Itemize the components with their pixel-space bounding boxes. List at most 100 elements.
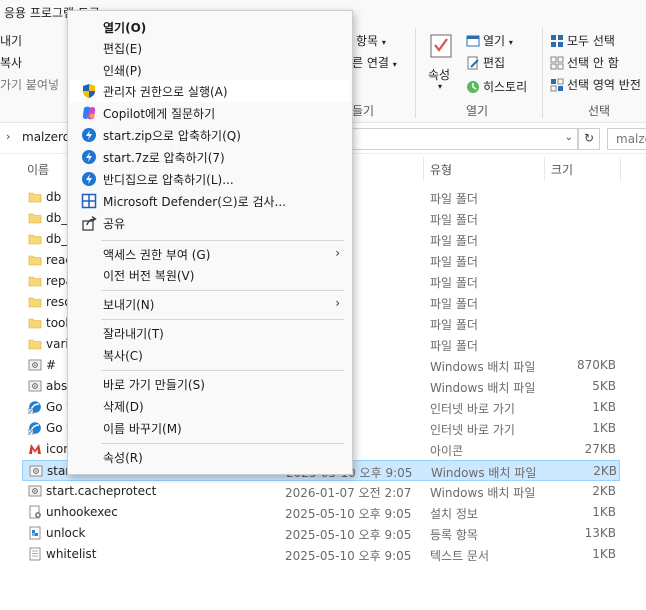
menu-item-cut-label: 잘라내기(T) <box>103 327 164 341</box>
menu-item-create-shortcut-label: 바로 가기 만들기(S) <box>103 378 205 392</box>
menu-item-cut[interactable]: 잘라내기(T) <box>70 322 350 344</box>
menu-item-print[interactable]: 인쇄(P) <box>70 59 350 81</box>
menu-separator <box>101 443 344 444</box>
menu-item-give-access[interactable]: 액세스 권한 부여 (G) › <box>70 243 350 265</box>
malzero-icon <box>28 442 42 456</box>
file-type: 파일 폴더 <box>430 276 478 290</box>
file-name: unlock <box>46 526 86 540</box>
file-date: 2026-01-07 오전 2:07 <box>285 486 412 500</box>
menu-item-give-access-label: 액세스 권한 부여 (G) <box>103 248 211 262</box>
file-type: 인터넷 바로 가기 <box>430 423 515 437</box>
text-file-icon <box>28 547 42 561</box>
file-date: 2025-05-10 오후 9:05 <box>285 528 412 542</box>
file-date: 2025-05-10 오후 9:05 <box>285 549 412 563</box>
file-size: 1KB <box>592 547 616 561</box>
file-size: 2KB <box>593 464 617 478</box>
file-type: Windows 배치 파일 <box>431 466 537 480</box>
defender-icon <box>81 193 97 209</box>
file-type: 파일 폴더 <box>430 255 478 269</box>
folder-icon <box>28 295 42 309</box>
menu-item-run-as-admin-label: 관리자 권한으로 실행(A) <box>103 85 228 99</box>
menu-item-defender-label: Microsoft Defender(으)로 검사... <box>103 195 286 209</box>
file-type: Windows 배치 파일 <box>430 381 536 395</box>
file-size: 2KB <box>592 484 616 498</box>
bandizip-icon <box>82 128 96 142</box>
menu-separator <box>101 290 344 291</box>
menu-item-defender[interactable]: Microsoft Defender(으)로 검사... <box>70 190 350 212</box>
bandizip-icon <box>82 172 96 186</box>
menu-item-share-label: 공유 <box>103 217 126 231</box>
menu-item-copy-label: 복사(C) <box>103 349 143 363</box>
menu-item-compress-7z[interactable]: start.7z로 압축하기(7) <box>70 146 350 168</box>
bandizip-icon <box>82 150 96 164</box>
menu-item-open-label: 열기(O) <box>103 21 147 35</box>
menu-item-bandizip[interactable]: 반디집으로 압축하기(L)... <box>70 168 350 190</box>
folder-icon <box>28 211 42 225</box>
file-type: 파일 폴더 <box>430 318 478 332</box>
file-size: 1KB <box>592 400 616 414</box>
file-type: 설치 정보 <box>430 507 478 521</box>
menu-item-run-as-admin[interactable]: 관리자 권한으로 실행(A) <box>70 80 350 102</box>
menu-item-delete[interactable]: 삭제(D) <box>70 395 350 417</box>
menu-item-restore-versions-label: 이전 버전 복원(V) <box>103 269 195 283</box>
menu-item-rename[interactable]: 이름 바꾸기(M) <box>70 417 350 439</box>
file-row[interactable]: start.cacheprotect 2026-01-07 오전 2:07 Wind… <box>22 481 620 502</box>
menu-item-create-shortcut[interactable]: 바로 가기 만들기(S) <box>70 373 350 395</box>
setup-info-icon <box>28 505 42 519</box>
file-size: 870KB <box>576 358 616 372</box>
folder-icon <box>28 316 42 330</box>
menu-item-properties-label: 속성(R) <box>103 451 143 465</box>
file-type: 파일 폴더 <box>430 339 478 353</box>
uac-shield-icon <box>83 84 95 98</box>
file-row[interactable]: whitelist 2025-05-10 오후 9:05 텍스트 문서 1KB <box>22 544 620 565</box>
file-type: 아이콘 <box>430 444 464 458</box>
file-row[interactable]: unlock 2025-05-10 오후 9:05 등록 항목 13KB <box>22 523 620 544</box>
file-name: db <box>46 190 62 204</box>
menu-item-copilot[interactable]: Copilot에게 질문하기 <box>70 102 350 124</box>
context-menu: 열기(O) 편집(E) 인쇄(P) 관리자 권한으로 실행(A) Copilot… <box>67 10 353 475</box>
menu-item-delete-label: 삭제(D) <box>103 400 144 414</box>
file-type: 파일 폴더 <box>430 213 478 227</box>
folder-icon <box>28 232 42 246</box>
file-row[interactable]: unhookexec 2025-05-10 오후 9:05 설치 정보 1KB <box>22 502 620 523</box>
file-name: # <box>46 358 57 372</box>
file-size: 27KB <box>584 442 616 456</box>
file-name: start.cacheprotect <box>46 484 157 498</box>
batch-file-icon <box>28 379 42 393</box>
file-type: 파일 폴더 <box>430 192 478 206</box>
folder-icon <box>28 274 42 288</box>
folder-icon <box>28 253 42 267</box>
registry-icon <box>28 526 42 540</box>
file-name: tool <box>46 316 69 330</box>
menu-item-send-to[interactable]: 보내기(N) › <box>70 293 350 315</box>
menu-item-restore-versions[interactable]: 이전 버전 복원(V) <box>70 264 350 286</box>
menu-item-compress-zip-label: start.zip으로 압축하기(Q) <box>103 129 241 143</box>
menu-item-edit-label: 편집(E) <box>103 42 143 56</box>
menu-separator <box>101 370 344 371</box>
menu-item-print-label: 인쇄(P) <box>103 64 142 78</box>
file-name: whitelist <box>46 547 97 561</box>
file-type: 파일 폴더 <box>430 297 478 311</box>
file-type: Windows 배치 파일 <box>430 360 536 374</box>
file-type: 인터넷 바로 가기 <box>430 402 515 416</box>
menu-item-open[interactable]: 열기(O) <box>70 16 350 38</box>
chevron-right-icon: › <box>335 246 340 260</box>
file-type: 파일 폴더 <box>430 234 478 248</box>
folder-icon <box>28 337 42 351</box>
menu-item-properties[interactable]: 속성(R) <box>70 446 350 468</box>
file-type: 텍스트 문서 <box>430 549 490 563</box>
chevron-right-icon: › <box>335 296 340 310</box>
file-type: 등록 항목 <box>430 528 478 542</box>
menu-item-copy[interactable]: 복사(C) <box>70 344 350 366</box>
file-name: db_ <box>46 211 68 225</box>
menu-item-compress-7z-label: start.7z로 압축하기(7) <box>103 151 225 165</box>
menu-item-share[interactable]: 공유 <box>70 212 350 234</box>
file-size: 1KB <box>592 505 616 519</box>
batch-file-icon <box>29 464 43 478</box>
menu-item-send-to-label: 보내기(N) <box>103 298 155 312</box>
menu-item-edit[interactable]: 편집(E) <box>70 37 350 59</box>
internet-shortcut-icon <box>27 421 42 436</box>
menu-item-compress-zip[interactable]: start.zip으로 압축하기(Q) <box>70 124 350 146</box>
menu-separator <box>101 240 344 241</box>
file-size: 5KB <box>592 379 616 393</box>
